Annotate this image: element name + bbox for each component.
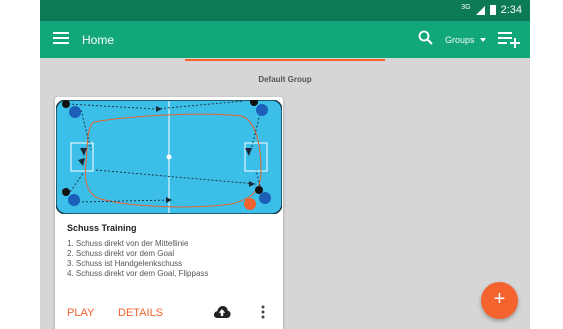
add-fab-button[interactable]: +	[481, 282, 518, 319]
field-diagram	[56, 100, 282, 214]
details-button[interactable]: DETAILS	[118, 307, 163, 319]
tab-indicator	[185, 59, 385, 61]
card-title: Schuss Training	[67, 223, 137, 233]
status-indicators: 3G 2:34	[461, 3, 522, 17]
app-bar: Home Groups	[40, 21, 530, 58]
battery-icon	[489, 5, 496, 15]
cloud-upload-icon[interactable]	[213, 305, 231, 319]
status-bar: 3G 2:34	[40, 0, 530, 21]
card-description: 1. Schuss direkt von der Mittellinie 2. …	[67, 239, 208, 279]
play-button[interactable]: PLAY	[67, 307, 94, 319]
group-title: Default Group	[258, 75, 312, 84]
network-type: 3G	[461, 3, 471, 11]
device-screen: 3G 2:34 Home Groups Default Group Schuss…	[40, 0, 530, 329]
status-time: 2:34	[500, 4, 522, 16]
training-card[interactable]: Schuss Training 1. Schuss direkt von der…	[55, 97, 283, 329]
card-line: 2. Schuss direkt vor dem Goal	[67, 249, 175, 258]
more-vertical-icon[interactable]	[260, 305, 266, 319]
page-title: Home	[82, 33, 115, 47]
card-line: 3. Schuss ist Handgelenkschuss	[67, 259, 183, 268]
card-line: 1. Schuss direkt von der Mittellinie	[67, 239, 189, 248]
groups-dropdown[interactable]: Groups	[445, 35, 475, 45]
chevron-down-icon[interactable]	[480, 38, 486, 42]
signal-icon	[475, 5, 485, 15]
card-line: 4. Schuss direkt vor dem Goal, Flippass	[67, 269, 209, 278]
search-icon[interactable]	[418, 30, 434, 46]
menu-icon[interactable]	[53, 32, 69, 46]
playlist-add-icon[interactable]	[498, 30, 522, 48]
